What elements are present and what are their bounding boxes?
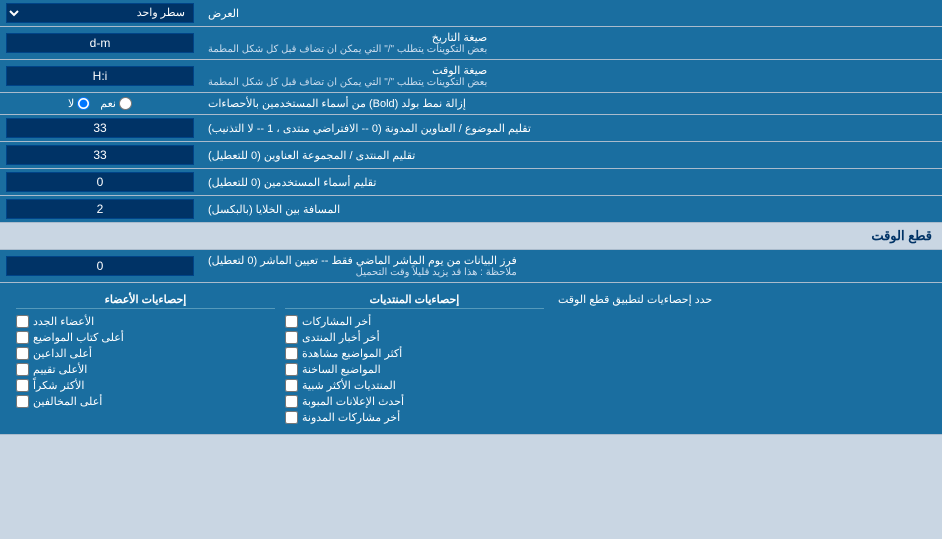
col2-item-2: أخر أخبار المنتدى: [285, 331, 544, 344]
col2-cb-7[interactable]: [285, 411, 298, 424]
col2-item-3: أكثر المواضيع مشاهدة: [285, 347, 544, 360]
bold-remove-options: نعم لا: [0, 93, 200, 114]
col2-cb-1[interactable]: [285, 315, 298, 328]
display-select[interactable]: سطر واحد سطرين ثلاثة أسطر: [6, 3, 194, 23]
usernames-trim-input[interactable]: [6, 172, 194, 192]
col1-cb-6[interactable]: [16, 395, 29, 408]
col2-cb-4[interactable]: [285, 363, 298, 376]
bold-no-radio[interactable]: [77, 97, 90, 110]
col2-header: إحصاءيات المنتديات: [285, 293, 544, 309]
stats-checkbox-section: حدد إحصاءيات لتطبيق قطع الوقت إحصاءيات ا…: [0, 283, 942, 435]
cell-space-label: المسافة بين الخلايا (بالبكسل): [200, 196, 942, 222]
date-format-row: صيغة التاريخ بعض التكوينات يتطلب "/" الت…: [0, 27, 942, 60]
bold-remove-label: إزالة نمط بولد (Bold) من أسماء المستخدمي…: [200, 93, 942, 114]
time-format-row: صيغة الوقت بعض التكوينات يتطلب "/" التي …: [0, 60, 942, 93]
date-format-label: صيغة التاريخ بعض التكوينات يتطلب "/" الت…: [200, 27, 942, 59]
usernames-trim-row: تقليم أسماء المستخدمين (0 للتعطيل): [0, 169, 942, 196]
forum-trim-row: تقليم المنتدى / المجموعة العناوين (0 للت…: [0, 142, 942, 169]
time-format-label: صيغة الوقت بعض التكوينات يتطلب "/" التي …: [200, 60, 942, 92]
col1-cb-4[interactable]: [16, 363, 29, 376]
forum-trim-input[interactable]: [6, 145, 194, 165]
col2-item-1: أخر المشاركات: [285, 315, 544, 328]
bold-no-label[interactable]: لا: [68, 97, 90, 110]
col2-cb-6[interactable]: [285, 395, 298, 408]
bold-remove-row: إزالة نمط بولد (Bold) من أسماء المستخدمي…: [0, 93, 942, 115]
topics-trim-input[interactable]: [6, 118, 194, 138]
cell-space-input[interactable]: [6, 199, 194, 219]
bold-yes-text: نعم: [100, 97, 116, 110]
time-filter-row: فرز البيانات من يوم الماشر الماضي فقط --…: [0, 250, 942, 283]
col2-item-4: المواضيع الساخنة: [285, 363, 544, 376]
col1-cb-2[interactable]: [16, 331, 29, 344]
time-filter-input-wrapper[interactable]: [0, 250, 200, 282]
display-label: العرض: [200, 0, 942, 26]
col1-cb-3[interactable]: [16, 347, 29, 360]
col2-stats: إحصاءيات المنتديات أخر المشاركات أخر أخب…: [285, 293, 544, 424]
display-row: العرض سطر واحد سطرين ثلاثة أسطر: [0, 0, 942, 27]
col1-header: إحصاءيات الأعضاء: [16, 293, 275, 309]
bold-yes-radio[interactable]: [119, 97, 132, 110]
col1-item-6: أعلى المخالفين: [16, 395, 275, 408]
topics-trim-label: تقليم الموضوع / العناوين المدونة (0 -- ا…: [200, 115, 942, 141]
stats-section-label: حدد إحصاءيات لتطبيق قطع الوقت: [558, 293, 712, 306]
col1-cb-1[interactable]: [16, 315, 29, 328]
bold-yes-label[interactable]: نعم: [100, 97, 132, 110]
time-section-header: قطع الوقت: [0, 223, 942, 250]
col2-cb-2[interactable]: [285, 331, 298, 344]
col1-item-3: أعلى الداعين: [16, 347, 275, 360]
usernames-trim-input-wrapper[interactable]: [0, 169, 200, 195]
time-filter-label: فرز البيانات من يوم الماشر الماضي فقط --…: [200, 250, 942, 282]
col1-item-5: الأكثر شكراً: [16, 379, 275, 392]
date-format-input-wrapper[interactable]: [0, 27, 200, 59]
cell-space-row: المسافة بين الخلايا (بالبكسل): [0, 196, 942, 223]
col2-item-6: أحدث الإعلانات المبوبة: [285, 395, 544, 408]
display-dropdown-wrapper[interactable]: سطر واحد سطرين ثلاثة أسطر: [0, 0, 200, 26]
main-container: العرض سطر واحد سطرين ثلاثة أسطر صيغة الت…: [0, 0, 942, 435]
col1-stats: إحصاءيات الأعضاء الأعضاء الجدد أعلى كتاب…: [16, 293, 275, 424]
col2-item-5: المنتديات الأكثر شبية: [285, 379, 544, 392]
usernames-trim-label: تقليم أسماء المستخدمين (0 للتعطيل): [200, 169, 942, 195]
forum-trim-input-wrapper[interactable]: [0, 142, 200, 168]
col1-item-4: الأعلى تقييم: [16, 363, 275, 376]
time-format-input-wrapper[interactable]: [0, 60, 200, 92]
col1-item-2: أعلى كتاب المواضيع: [16, 331, 275, 344]
date-format-input[interactable]: [6, 33, 194, 53]
col1-item-1: الأعضاء الجدد: [16, 315, 275, 328]
col1-cb-5[interactable]: [16, 379, 29, 392]
topics-trim-row: تقليم الموضوع / العناوين المدونة (0 -- ا…: [0, 115, 942, 142]
cell-space-input-wrapper[interactable]: [0, 196, 200, 222]
forum-trim-label: تقليم المنتدى / المجموعة العناوين (0 للت…: [200, 142, 942, 168]
col2-cb-3[interactable]: [285, 347, 298, 360]
topics-trim-input-wrapper[interactable]: [0, 115, 200, 141]
col2-cb-5[interactable]: [285, 379, 298, 392]
col2-item-7: أخر مشاركات المدونة: [285, 411, 544, 424]
bold-no-text: لا: [68, 97, 74, 110]
time-filter-input[interactable]: [6, 256, 194, 276]
time-format-input[interactable]: [6, 66, 194, 86]
